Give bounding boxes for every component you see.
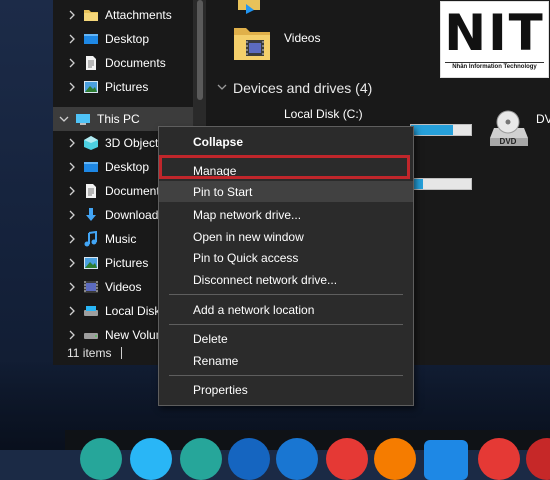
local-disk-usage-bar [410,124,472,136]
nav-item-label: Pictures [105,256,149,270]
menu-item-label: Properties [193,382,248,397]
nav-item-attachments[interactable]: Attachments [53,3,193,27]
chevron-right-icon[interactable] [67,258,77,268]
downloads-icon [83,207,99,223]
dvd-drive-label: DVD [536,112,550,126]
this-pc-icon [75,111,91,127]
nav-item-label: 3D Objects [105,136,165,150]
dvd-drive-icon[interactable]: DVD [486,110,532,155]
taskbar-app-icon[interactable] [326,438,368,480]
nav-item-label: Music [105,232,137,246]
taskbar-app-icon[interactable] [180,438,222,480]
nav-item-label: Desktop [105,160,150,174]
menu-item-label: Pin to Quick access [193,250,299,265]
menu-item-label: Collapse [193,134,244,149]
menu-item-label: Disconnect network drive... [193,272,338,287]
nav-item-label: Pictures [105,80,149,94]
chevron-right-icon[interactable] [67,282,77,292]
local-disk-label[interactable]: Local Disk (C:) [284,107,363,121]
taskbar-app-icon[interactable] [80,438,122,480]
nav-item-label: Attachments [105,8,172,22]
menu-item-properties[interactable]: Properties [159,379,413,400]
group-header-label: Devices and drives (4) [233,80,373,96]
taskbar-app-icon[interactable] [228,438,270,480]
menu-item-add-network-location[interactable]: Add a network location [159,299,413,320]
nav-item-label: Documents [105,184,166,198]
menu-item-disconnect-network-drive[interactable]: Disconnect network drive... [159,269,413,290]
chevron-right-icon[interactable] [67,162,77,172]
menu-item-map-network-drive[interactable]: Map network drive... [159,204,413,225]
svg-text:DVD: DVD [500,137,517,146]
taskbar-app-icon[interactable] [424,440,468,480]
videos-folder-label: Videos [284,31,321,45]
logo-subtitle: Nhân Information Technology [452,64,537,70]
nav-item-label: Downloads [105,208,165,222]
documents-icon [83,55,99,71]
menu-separator [169,294,403,295]
taskbar-app-icon[interactable] [478,438,520,480]
menu-item-collapse[interactable]: Collapse [159,131,413,152]
desktop-icon [83,159,99,175]
nav-item-pictures[interactable]: Pictures [53,75,193,99]
nit-logo: NIT Nhân Information Technology [440,1,549,78]
3d-objects-icon [83,135,99,151]
chevron-right-icon[interactable] [67,10,77,20]
scroll-thumb[interactable] [197,0,203,100]
taskbar-app-icon[interactable] [374,438,416,480]
nav-item-desktop[interactable]: Desktop [53,27,193,51]
nav-item-label: This PC [97,112,140,126]
menu-separator [169,324,403,325]
taskbar-app-icon[interactable] [276,438,318,480]
devices-group-header[interactable]: Devices and drives (4) [217,80,372,96]
drive-icon [83,303,99,319]
logo-divider [445,62,544,63]
menu-item-label: Rename [193,353,239,368]
nav-item-label: Documents [105,56,166,70]
menu-item-rename[interactable]: Rename [159,350,413,371]
menu-item-label: Pin to Start [193,184,253,199]
menu-item-pin-to-start[interactable]: Pin to Start [159,181,413,202]
menu-item-label: Delete [193,331,228,346]
music-icon [83,231,99,247]
chevron-down-icon[interactable] [217,81,227,95]
chevron-right-icon[interactable] [67,306,77,316]
chevron-right-icon[interactable] [67,186,77,196]
menu-item-pin-to-quick-access[interactable]: Pin to Quick access [159,247,413,268]
videos-icon [83,279,99,295]
logo-title: NIT [444,4,545,62]
usage-fill [411,125,453,135]
chevron-right-icon[interactable] [67,138,77,148]
chevron-right-icon[interactable] [67,82,77,92]
menu-item-label: Add a network location [193,302,315,317]
documents-icon [83,183,99,199]
second-disk-usage-bar [410,178,472,190]
taskbar-app-icon[interactable] [130,438,172,480]
menu-item-open-in-new-window[interactable]: Open in new window [159,226,413,247]
menu-item-label: Open in new window [193,229,304,244]
videos-folder-icon[interactable] [232,22,274,67]
nav-item-label: Videos [105,280,142,294]
chevron-right-icon[interactable] [67,330,77,340]
pictures-icon [83,255,99,271]
chevron-right-icon[interactable] [67,58,77,68]
drive-icon [83,327,99,340]
chevron-down-icon[interactable] [59,114,69,124]
folder-icon [83,7,99,23]
chevron-right-icon[interactable] [67,34,77,44]
item-count: 11 items [67,345,112,360]
chevron-right-icon[interactable] [67,210,77,220]
menu-item-delete[interactable]: Delete [159,328,413,349]
menu-separator [169,375,403,376]
nav-item-documents[interactable]: Documents [53,51,193,75]
desktop-icon [83,31,99,47]
menu-item-label: Map network drive... [193,207,302,222]
nav-item-label: Desktop [105,32,150,46]
status-divider [121,346,123,359]
pictures-icon [83,79,99,95]
chevron-right-icon[interactable] [67,234,77,244]
manage-highlight-box [159,155,410,179]
folder-icon[interactable] [238,0,268,17]
